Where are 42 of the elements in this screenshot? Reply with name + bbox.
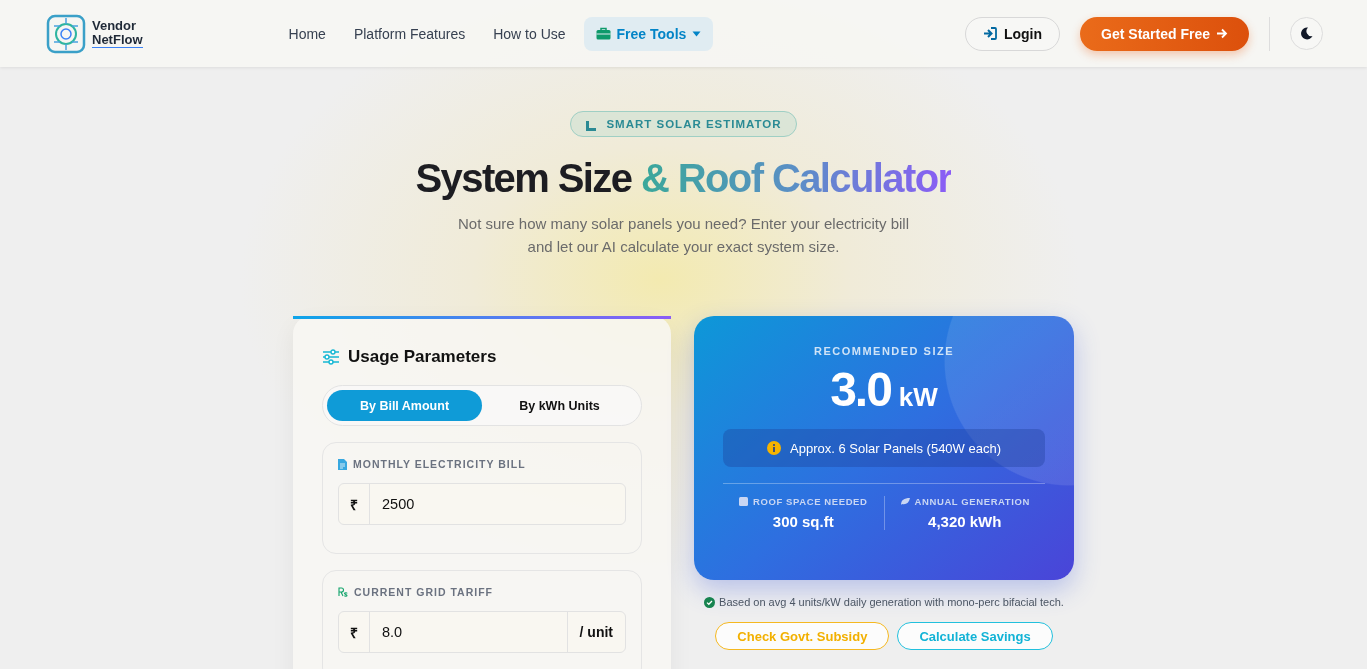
footnote-text: Based on avg 4 units/kW daily generation with mono-perc bifacial tech. <box>719 596 1064 608</box>
ruler-icon <box>585 120 598 132</box>
moon-icon <box>1300 27 1313 40</box>
info-icon <box>767 441 781 455</box>
get-started-button[interactable]: Get Started Free <box>1080 16 1249 51</box>
stat-label: ANNUAL GENERATION <box>914 496 1030 507</box>
stat-value: 4,320 kWh <box>928 513 1002 530</box>
currency-prefix: ₹ <box>339 612 370 652</box>
toolbox-icon <box>595 27 611 40</box>
unit-label: kW <box>898 382 938 413</box>
login-button[interactable]: Login <box>964 16 1061 51</box>
value-field[interactable]: ₹ 8.0 / unit <box>338 611 626 653</box>
square-icon <box>738 497 748 506</box>
panels-note: Approx. 6 Solar Panels (540W each) <box>723 429 1045 467</box>
result-label: RECOMMENDED SIZE <box>813 345 955 357</box>
sliders-icon <box>322 349 340 365</box>
arrow-right-icon <box>1216 28 1228 39</box>
currency-icon <box>338 587 348 597</box>
network-logo-icon <box>46 13 86 54</box>
nav-link[interactable]: How to Use <box>483 16 576 51</box>
system-size-value: 3.0 <box>830 362 891 417</box>
page-subtitle: Not sure how many solar panels you need? Enter your electricity bill and let our AI calculate your exact system size. <box>456 214 911 257</box>
value-input[interactable]: 2500 <box>370 484 625 524</box>
check-circle-icon <box>704 596 716 608</box>
stat-label: ROOF SPACE NEEDED <box>752 496 868 507</box>
mode-tab[interactable]: By kWh Units <box>482 390 637 421</box>
estimator-badge: SMART SOLAR ESTIMATOR <box>570 111 797 137</box>
document-icon <box>338 458 347 470</box>
card-title: Usage Parameters <box>348 347 497 367</box>
value-input[interactable]: 8.0 <box>370 612 567 652</box>
stat-value: 300 sq.ft <box>772 513 834 530</box>
sign-in-icon <box>982 27 997 40</box>
unit-suffix: / unit <box>566 612 625 652</box>
nav-link[interactable]: Platform Features <box>343 16 476 51</box>
nav-link[interactable]: Home <box>278 16 336 51</box>
field-label: CURRENT GRID TARIFF <box>354 586 493 598</box>
field-label: MONTHLY ELECTRICITY BILL <box>353 458 526 470</box>
value-field[interactable]: ₹ 2500 <box>338 483 626 525</box>
currency-prefix: ₹ <box>339 484 370 524</box>
theme-toggle-button[interactable] <box>1290 17 1323 50</box>
leaf-icon <box>899 497 910 506</box>
logo-text[interactable]: Vendor NetFlow <box>92 19 143 48</box>
